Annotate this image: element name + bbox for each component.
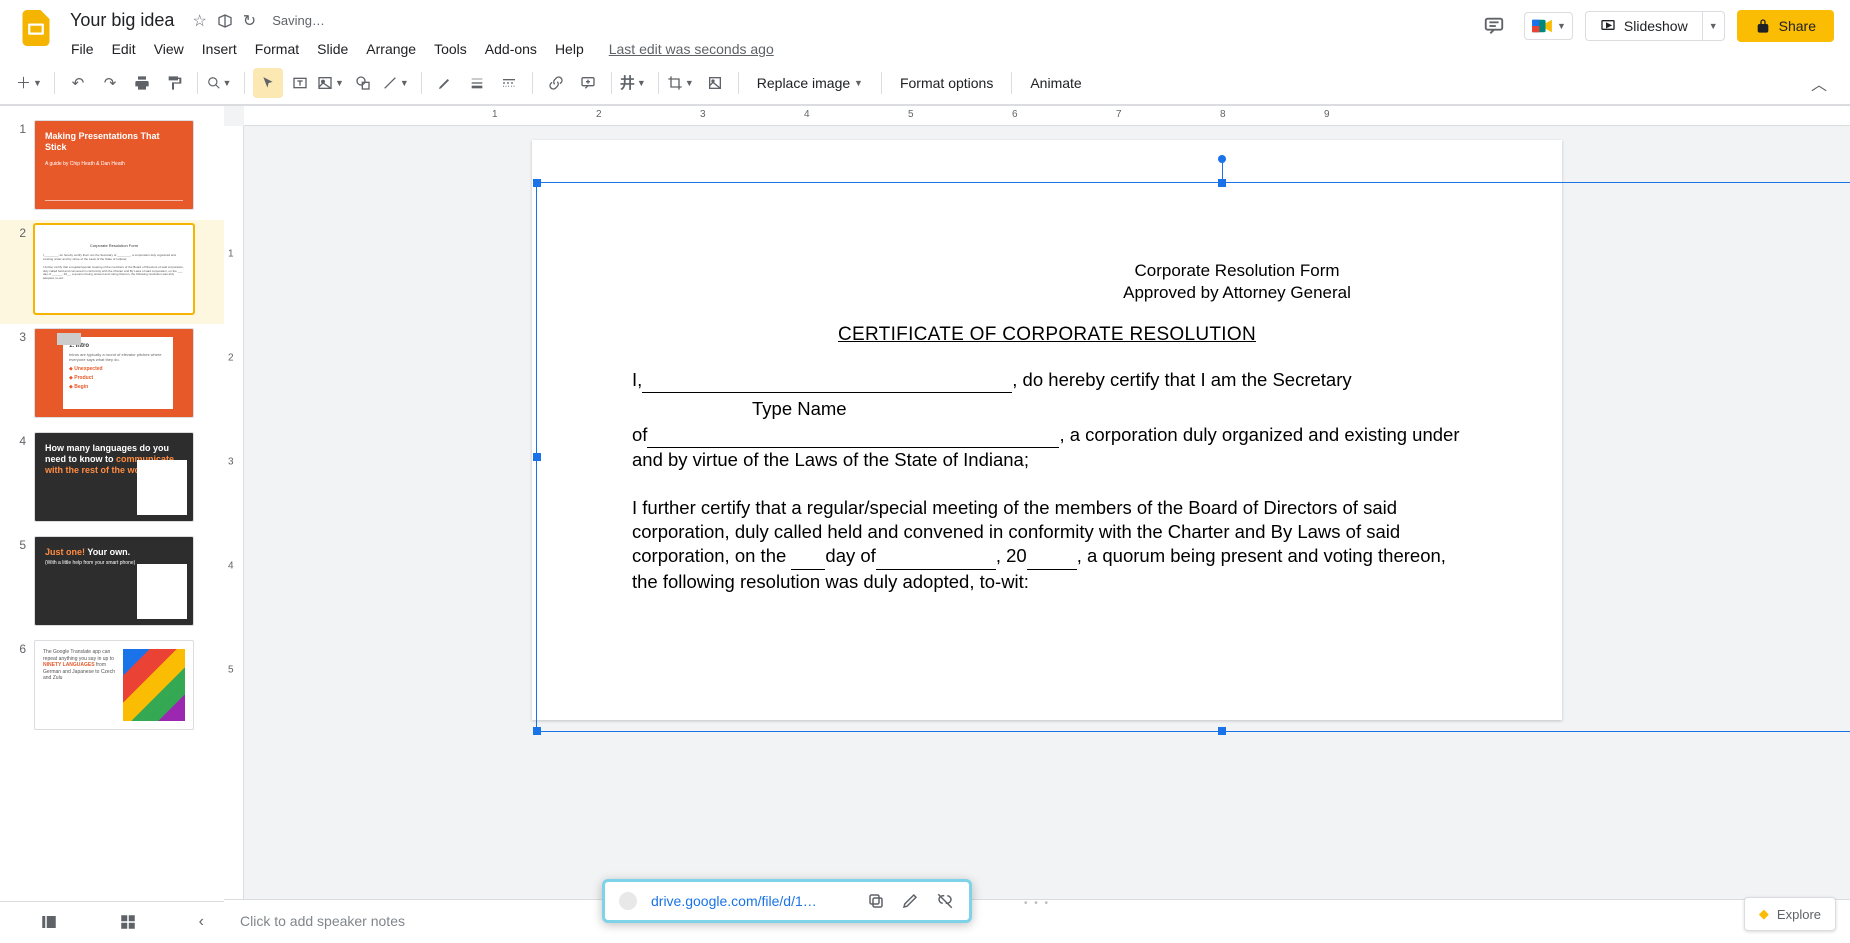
mask-image-button[interactable] (700, 68, 730, 98)
animate-button[interactable]: Animate (1020, 68, 1091, 98)
border-weight-button[interactable] (462, 68, 492, 98)
doc-approved-by: Approved by Attorney General (1123, 283, 1351, 302)
star-icon[interactable]: ☆ (192, 11, 206, 31)
border-color-button[interactable] (430, 68, 460, 98)
remove-link-icon[interactable] (935, 892, 955, 910)
doc-heading: CERTIFICATE OF CORPORATE RESOLUTION (632, 324, 1462, 346)
paint-format-button[interactable] (159, 68, 189, 98)
move-icon[interactable] (217, 13, 233, 29)
line-tool[interactable]: ▼ (382, 68, 413, 98)
menu-file[interactable]: File (64, 37, 101, 61)
redo-button[interactable]: ↷ (95, 68, 125, 98)
insert-comment-button[interactable] (573, 68, 603, 98)
main-area: 1 Making Presentations That Stick A guid… (0, 106, 1850, 941)
border-dash-button[interactable] (494, 68, 524, 98)
slide-stage[interactable]: Corporate Resolution Form Approved by At… (244, 126, 1850, 899)
select-tool[interactable] (253, 68, 283, 98)
slides-logo[interactable] (16, 8, 56, 48)
chevron-down-icon: ▼ (1557, 21, 1566, 31)
menu-edit[interactable]: Edit (105, 37, 143, 61)
undo-button[interactable]: ↶ (63, 68, 93, 98)
textbox-tool[interactable] (285, 68, 315, 98)
explore-button[interactable]: ◆ Explore (1744, 897, 1836, 931)
slide-thumb-5[interactable]: 5 Just one! Your own. (With a little hel… (0, 532, 224, 636)
image-tool[interactable]: ▼ (317, 68, 348, 98)
link-url[interactable]: drive.google.com/file/d/1… (651, 893, 853, 909)
copy-link-icon[interactable] (867, 892, 885, 910)
menu-bar: File Edit View Insert Format Slide Arran… (64, 33, 1476, 61)
slide-filmstrip[interactable]: 1 Making Presentations That Stick A guid… (0, 106, 224, 941)
canvas-area: 1 2 3 4 5 6 7 8 9 1 2 3 4 5 (224, 106, 1850, 941)
menu-tools[interactable]: Tools (427, 37, 474, 61)
doc-form-title: Corporate Resolution Form (1134, 261, 1339, 280)
insert-link-button[interactable] (541, 68, 571, 98)
saving-status: Saving… (272, 13, 325, 28)
arrange-button[interactable]: 井 ▼ (620, 68, 650, 98)
current-slide[interactable]: Corporate Resolution Form Approved by At… (532, 140, 1562, 720)
slideshow-label: Slideshow (1624, 18, 1688, 34)
crop-button[interactable]: ▼ (667, 68, 698, 98)
print-button[interactable] (127, 68, 157, 98)
vertical-ruler[interactable]: 1 2 3 4 5 (224, 126, 244, 899)
slide-thumb-2[interactable]: 2 Corporate Resolution Form I,________, … (0, 220, 224, 324)
collapse-toolbar-button[interactable]: ︿ (1804, 71, 1834, 95)
slide-thumb-6[interactable]: 6 The Google Translate app can repeat an… (0, 636, 224, 740)
replace-image-button[interactable]: Replace image ▼ (747, 68, 873, 98)
grid-view-icon[interactable] (119, 913, 137, 931)
collapse-filmstrip-icon[interactable]: ‹ (199, 913, 204, 931)
meet-button[interactable]: ▼ (1524, 12, 1573, 40)
horizontal-ruler[interactable]: 1 2 3 4 5 6 7 8 9 (244, 106, 1850, 126)
new-slide-button[interactable]: ＋ ▼ (16, 68, 46, 98)
explore-icon: ◆ (1759, 906, 1769, 922)
toolbar: ＋ ▼ ↶ ↷ ▼ ▼ ▼ 井 ▼ ▼ Replace image ▼ Form… (0, 61, 1850, 105)
menu-format[interactable]: Format (248, 37, 306, 61)
menu-arrange[interactable]: Arrange (359, 37, 423, 61)
zoom-button[interactable]: ▼ (206, 68, 236, 98)
embedded-document-image[interactable]: Corporate Resolution Form Approved by At… (532, 140, 1562, 720)
slideshow-button[interactable]: Slideshow (1586, 12, 1702, 40)
menu-insert[interactable]: Insert (195, 37, 244, 61)
menu-view[interactable]: View (147, 37, 191, 61)
format-options-button[interactable]: Format options (890, 68, 1003, 98)
app-header: Your big idea ☆ ↻ Saving… File Edit View… (0, 0, 1850, 106)
shape-tool[interactable] (350, 68, 380, 98)
last-edit-link[interactable]: Last edit was seconds ago (609, 37, 774, 61)
menu-slide[interactable]: Slide (310, 37, 355, 61)
share-button[interactable]: Share (1737, 10, 1834, 42)
link-favicon (619, 892, 637, 910)
cloud-sync-icon: ↻ (243, 11, 256, 31)
edit-link-icon[interactable] (901, 892, 919, 910)
comments-icon[interactable] (1476, 8, 1512, 44)
slide-thumb-4[interactable]: 4 How many languages do you need to know… (0, 428, 224, 532)
speaker-notes[interactable]: Click to add speaker notes (224, 907, 1850, 941)
menu-addons[interactable]: Add-ons (478, 37, 544, 61)
filmstrip-view-icon[interactable] (40, 913, 58, 931)
filmstrip-footer: ‹ (0, 901, 224, 941)
share-label: Share (1779, 18, 1816, 34)
link-preview-chip: drive.google.com/file/d/1… (602, 879, 972, 923)
slide-thumb-3[interactable]: 3 1. Intro Intros are typically a round … (0, 324, 224, 428)
slideshow-dropdown[interactable]: ▼ (1702, 12, 1724, 40)
slide-thumb-1[interactable]: 1 Making Presentations That Stick A guid… (0, 116, 224, 220)
document-title[interactable]: Your big idea (64, 8, 180, 33)
notes-resize-handle[interactable] (224, 899, 1850, 907)
menu-help[interactable]: Help (548, 37, 591, 61)
